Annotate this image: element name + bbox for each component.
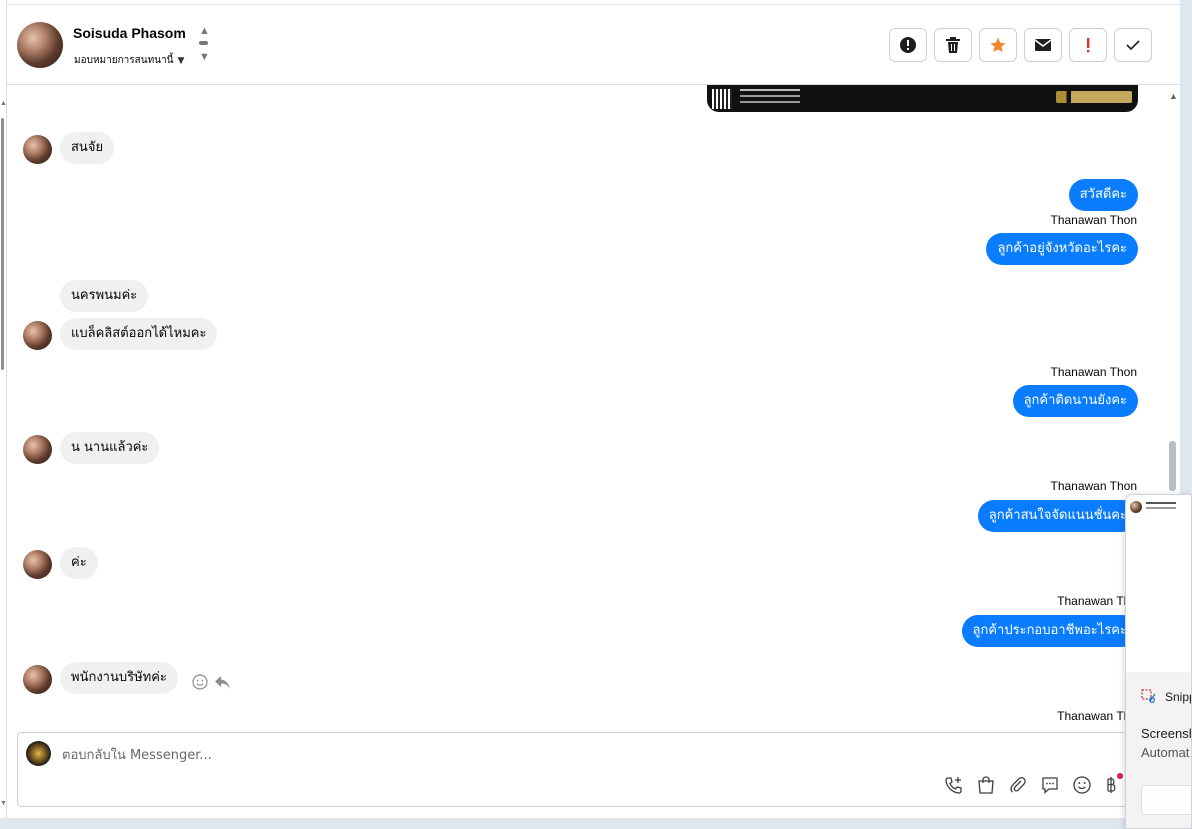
notification-title: Screensh bbox=[1141, 726, 1192, 741]
snipping-tool-icon bbox=[1141, 689, 1157, 710]
company-logo bbox=[1056, 91, 1132, 103]
star-icon bbox=[990, 37, 1006, 53]
contact-name[interactable]: Soisuda Phasom bbox=[73, 25, 186, 41]
next-conversation-icon[interactable]: ▼ bbox=[199, 51, 210, 63]
exclamation-icon bbox=[1087, 38, 1090, 53]
check-icon bbox=[1126, 40, 1140, 51]
outgoing-message[interactable]: สวัสดีคะ bbox=[1068, 179, 1138, 211]
reply-icon[interactable] bbox=[214, 675, 231, 690]
left-scrollbar-thumb[interactable] bbox=[1, 118, 4, 370]
contact-avatar-small[interactable] bbox=[23, 550, 52, 579]
contact-avatar-small[interactable] bbox=[23, 665, 52, 694]
message-thread: สนจัย สวัสดีคะ Thanawan Thon ลูกค้าอยู่จ… bbox=[7, 85, 1167, 730]
sender-name: Thanawan Thon bbox=[1050, 479, 1137, 493]
saved-reply-icon[interactable] bbox=[1040, 775, 1060, 795]
alert-circle-icon bbox=[900, 37, 916, 53]
screenshot-thumbnail[interactable] bbox=[1126, 495, 1191, 673]
assign-conversation-dropdown[interactable]: มอบหมายการสนทนานี้ ▼ bbox=[74, 53, 184, 68]
contact-avatar-small[interactable] bbox=[23, 135, 52, 164]
incoming-message[interactable]: น นานแล้วค่ะ bbox=[60, 432, 160, 464]
contact-avatar-small[interactable] bbox=[23, 321, 52, 350]
envelope-icon bbox=[1034, 39, 1052, 51]
trash-icon bbox=[946, 37, 960, 53]
page-avatar bbox=[26, 741, 51, 766]
left-scroll-up-icon[interactable]: ▲ bbox=[0, 100, 7, 107]
outgoing-message[interactable]: ลูกค้าประกอบอาชีพอะไรคะ bbox=[961, 615, 1138, 647]
conversation-nav[interactable]: ▲ ▼ bbox=[197, 25, 211, 67]
inbox-app: ▲ ▼ Soisuda Phasom มอบหมายการสนทนานี้ ▼ ▲… bbox=[0, 0, 1180, 818]
scroll-up-icon[interactable]: ▲ bbox=[1169, 91, 1178, 101]
mark-unread-button[interactable] bbox=[1024, 28, 1062, 62]
scrollbar-thumb[interactable] bbox=[1169, 441, 1176, 491]
caret-down-icon: ▼ bbox=[177, 56, 185, 66]
previous-conversation-icon[interactable]: ▲ bbox=[199, 25, 210, 37]
outgoing-message[interactable]: ลูกค้าติดนานยังคะ bbox=[1012, 385, 1138, 417]
shopping-bag-icon[interactable] bbox=[976, 775, 996, 795]
left-panel-edge: ▲ ▼ bbox=[0, 0, 7, 818]
notification-app-name: Snipp bbox=[1165, 690, 1191, 704]
header-actions bbox=[889, 28, 1152, 62]
incoming-message[interactable]: แบล็คลิสต์ออกได้ไหมคะ bbox=[60, 318, 218, 350]
notification-dot bbox=[1117, 773, 1123, 779]
incoming-message[interactable]: นครพนมค่ะ bbox=[60, 280, 149, 312]
reply-composer bbox=[17, 732, 1167, 807]
delete-button[interactable] bbox=[934, 28, 972, 62]
report-button[interactable] bbox=[889, 28, 927, 62]
contact-avatar-small[interactable] bbox=[23, 435, 52, 464]
thumbnail-text bbox=[1146, 502, 1176, 504]
notification-text: Automat bbox=[1141, 745, 1190, 760]
notification-action-button[interactable] bbox=[1141, 785, 1191, 815]
sender-name: Thanawan Thon bbox=[1050, 365, 1137, 379]
banner-text-lines bbox=[740, 89, 800, 91]
shared-image-attachment[interactable] bbox=[707, 85, 1138, 112]
payment-baht-icon[interactable] bbox=[1104, 773, 1123, 795]
contact-avatar[interactable] bbox=[17, 22, 63, 68]
snipping-tool-notification[interactable]: Snipp Screensh Automat bbox=[1125, 494, 1192, 829]
outgoing-message[interactable]: ลูกค้าอยู่จังหวัดอะไรคะ bbox=[986, 233, 1138, 265]
composer-toolbar bbox=[944, 773, 1123, 795]
priority-button[interactable] bbox=[1069, 28, 1107, 62]
incoming-message[interactable]: พนักงานบริษัทค่ะ bbox=[60, 662, 178, 694]
message-hover-actions bbox=[192, 674, 231, 690]
call-add-icon[interactable] bbox=[944, 775, 964, 795]
incoming-message[interactable]: ค่ะ bbox=[60, 547, 98, 579]
reply-input[interactable] bbox=[62, 745, 862, 765]
incoming-message[interactable]: สนจัย bbox=[60, 132, 115, 164]
emoji-icon[interactable] bbox=[1072, 775, 1092, 795]
done-button[interactable] bbox=[1114, 28, 1152, 62]
nav-separator bbox=[199, 41, 208, 45]
qr-code-image bbox=[712, 89, 732, 109]
react-smiley-icon[interactable] bbox=[192, 674, 208, 690]
left-scroll-down-icon[interactable]: ▼ bbox=[0, 800, 7, 807]
assign-label: มอบหมายการสนทนานี้ bbox=[74, 55, 174, 66]
sender-name: Thanawan Thon bbox=[1050, 213, 1137, 227]
thumbnail-avatar bbox=[1130, 501, 1142, 513]
attachment-icon[interactable] bbox=[1008, 775, 1028, 795]
conversation-header: Soisuda Phasom มอบหมายการสนทนานี้ ▼ ▲ ▼ bbox=[7, 4, 1180, 85]
star-button[interactable] bbox=[979, 28, 1017, 62]
outgoing-message[interactable]: ลูกค้าสนใจจัดแนนชั่นคะ bbox=[977, 500, 1138, 532]
